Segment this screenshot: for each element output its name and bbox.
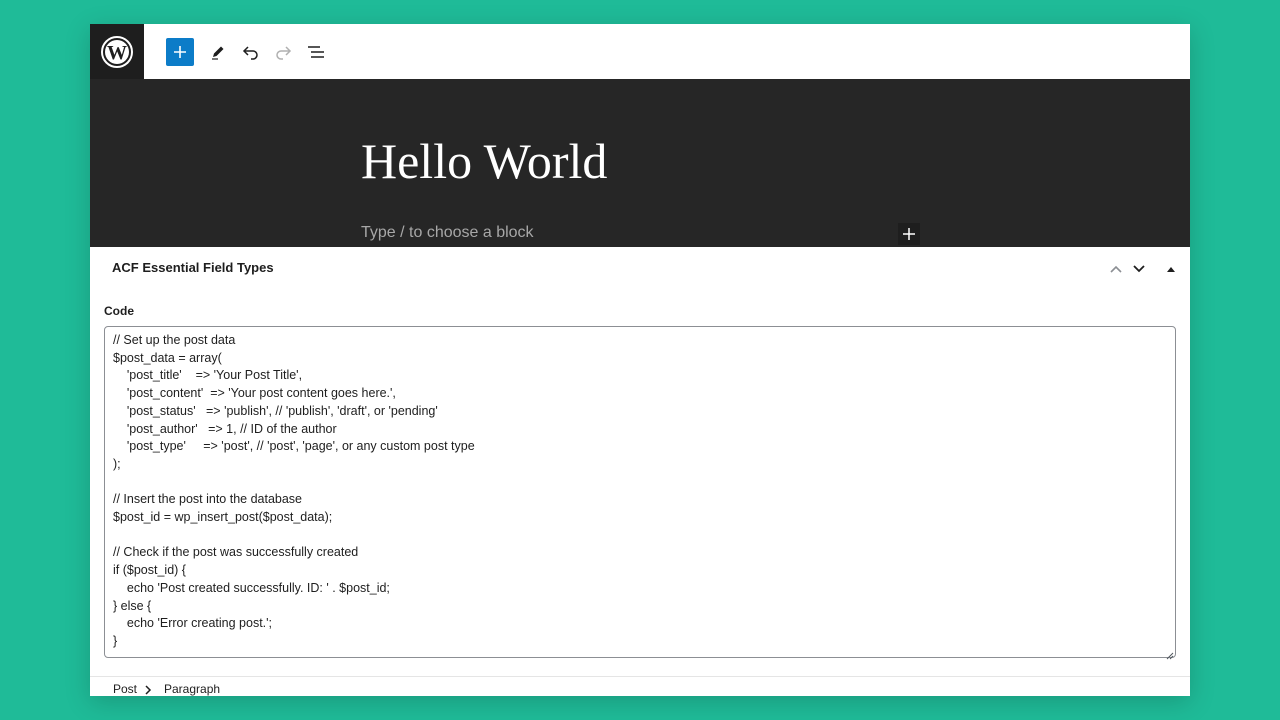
- wordpress-logo-icon[interactable]: W: [90, 24, 144, 79]
- resize-grip-icon: [1166, 652, 1174, 660]
- document-overview-button[interactable]: [302, 38, 330, 66]
- add-block-button[interactable]: [166, 38, 194, 66]
- caret-up-icon: [1167, 267, 1175, 272]
- metabox-title: ACF Essential Field Types: [112, 260, 274, 275]
- code-field-label: Code: [104, 304, 134, 318]
- plus-icon: [174, 46, 186, 58]
- move-up-button[interactable]: [1106, 259, 1126, 279]
- resize-handle[interactable]: [1165, 647, 1174, 660]
- svg-text:W: W: [107, 42, 127, 64]
- post-title[interactable]: Hello World: [361, 131, 607, 191]
- acf-metabox: ACF Essential Field Types Code: [90, 247, 1190, 677]
- code-textarea[interactable]: [104, 326, 1176, 658]
- pencil-icon: [212, 46, 224, 60]
- inline-add-block-button[interactable]: [898, 223, 920, 245]
- redo-button[interactable]: [269, 38, 297, 66]
- editor-toolbar: W: [90, 24, 1190, 79]
- editor-window: W Hello World Type / to choose a block A…: [90, 24, 1190, 696]
- chevron-down-icon: [1133, 265, 1145, 273]
- block-placeholder[interactable]: Type / to choose a block: [361, 224, 534, 242]
- move-down-button[interactable]: [1129, 259, 1149, 279]
- block-breadcrumb: Post Paragraph: [90, 676, 1190, 696]
- redo-icon: [276, 46, 292, 60]
- undo-icon: [242, 46, 258, 60]
- breadcrumb-post[interactable]: Post: [113, 682, 137, 696]
- breadcrumb-paragraph[interactable]: Paragraph: [164, 682, 220, 696]
- chevron-up-icon: [1110, 265, 1122, 273]
- undo-button[interactable]: [237, 38, 265, 66]
- edit-tools-button[interactable]: [204, 38, 232, 66]
- plus-icon: [903, 228, 915, 240]
- list-view-icon: [308, 46, 324, 58]
- chevron-right-icon: [144, 682, 152, 696]
- toggle-panel-button[interactable]: [1161, 259, 1181, 279]
- editor-canvas: Hello World Type / to choose a block: [90, 79, 1190, 247]
